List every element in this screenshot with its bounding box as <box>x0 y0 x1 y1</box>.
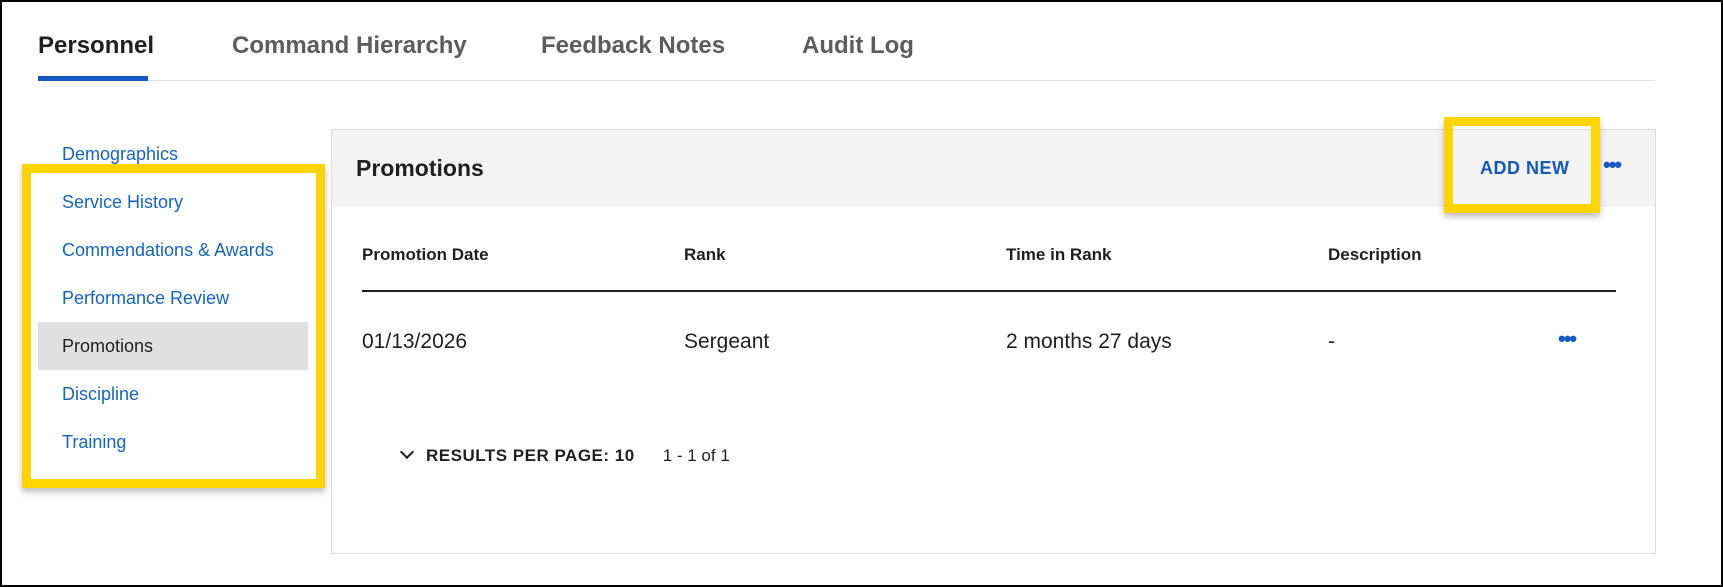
chevron-down-icon[interactable] <box>399 444 415 460</box>
active-tab-indicator <box>38 76 148 81</box>
results-per-page-select[interactable]: RESULTS PER PAGE: 10 <box>426 446 635 465</box>
tab-feedback-notes[interactable]: Feedback Notes <box>541 32 725 60</box>
cell-time-in-rank: 2 months 27 days <box>1006 330 1172 353</box>
cell-description: - <box>1328 330 1335 353</box>
pagination: RESULTS PER PAGE: 10 1 - 1 of 1 <box>399 444 730 466</box>
tab-personnel[interactable]: Personnel <box>38 32 154 60</box>
add-new-button[interactable]: ADD NEW <box>1480 158 1570 179</box>
header-divider <box>362 290 1616 292</box>
nav-item-discipline[interactable]: Discipline <box>38 370 308 418</box>
page-range: 1 - 1 of 1 <box>662 446 730 465</box>
card-title: Promotions <box>356 155 484 181</box>
nav-item-commendations-awards[interactable]: Commendations & Awards <box>38 226 308 274</box>
nav-item-performance-review[interactable]: Performance Review <box>38 274 308 322</box>
column-header-promotion-date: Promotion Date <box>362 245 489 264</box>
nav-item-demographics[interactable]: Demographics <box>38 130 308 178</box>
nav-item-promotions[interactable]: Promotions <box>38 322 308 370</box>
column-header-rank: Rank <box>684 245 726 264</box>
tab-command-hierarchy[interactable]: Command Hierarchy <box>232 32 467 60</box>
nav-item-training[interactable]: Training <box>38 418 308 466</box>
cell-rank: Sergeant <box>684 330 770 353</box>
promotions-card: Promotions ADD NEW ••• Promotion Date Ra… <box>331 129 1656 554</box>
nav-item-service-history[interactable]: Service History <box>38 178 308 226</box>
more-horizontal-icon[interactable]: ••• <box>1603 152 1622 178</box>
section-nav: Demographics Service History Commendatio… <box>38 130 308 466</box>
tab-bar: Personnel Command Hierarchy Feedback Not… <box>38 28 1655 81</box>
cell-promotion-date: 01/13/2026 <box>362 330 468 353</box>
tab-audit-log[interactable]: Audit Log <box>802 32 914 60</box>
row-more-icon[interactable]: ••• <box>1558 326 1577 352</box>
card-header: Promotions ADD NEW ••• <box>332 130 1655 207</box>
column-header-time-in-rank: Time in Rank <box>1006 245 1112 264</box>
column-header-description: Description <box>1328 245 1422 264</box>
